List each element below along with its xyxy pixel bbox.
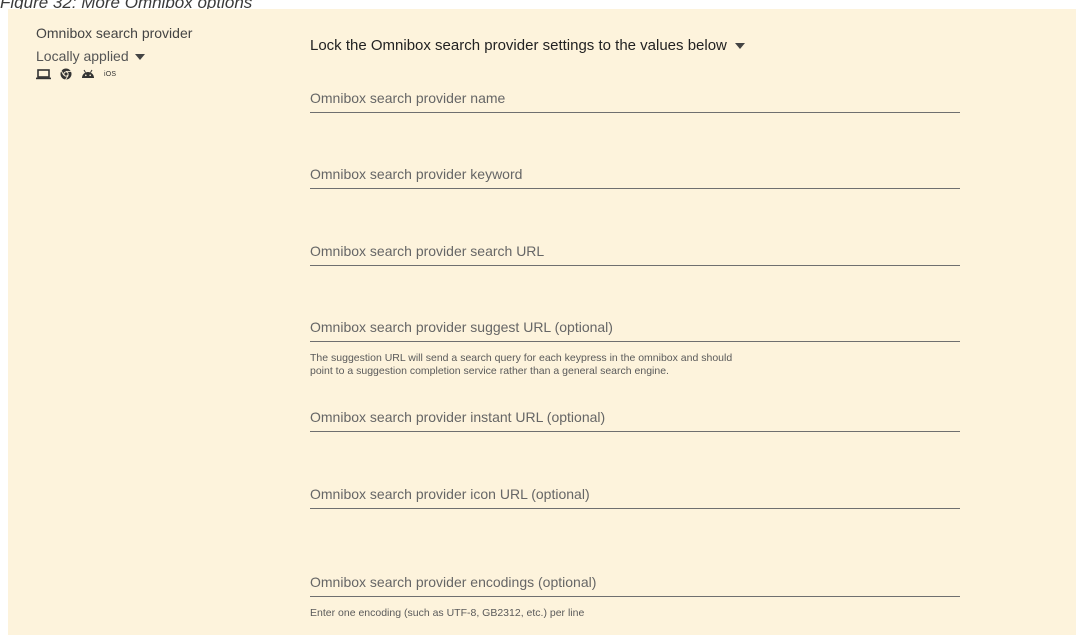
caret-down-icon: [134, 53, 145, 60]
scope-dropdown[interactable]: Locally applied: [36, 48, 145, 64]
ios-icon: iOS: [104, 70, 117, 78]
provider-instant-url-field: [310, 405, 960, 432]
provider-keyword-field: [310, 162, 960, 189]
provider-suggest-url-field: [310, 315, 960, 342]
provider-search-url-field: [310, 239, 960, 266]
caret-down-icon: [734, 43, 745, 49]
provider-suggest-url-input[interactable]: [310, 315, 960, 339]
provider-icon-url-input[interactable]: [310, 482, 960, 506]
provider-icon-url-field: [310, 482, 960, 509]
provider-encodings-input[interactable]: [310, 570, 960, 594]
encodings-hint: Enter one encoding (such as UTF-8, GB231…: [310, 607, 585, 619]
lock-mode-label: Lock the Omnibox search provider setting…: [310, 37, 727, 54]
provider-encodings-field: [310, 570, 960, 597]
android-icon: [81, 69, 95, 79]
policy-title: Omnibox search provider: [36, 25, 193, 41]
suggest-url-hint-line-2: point to a suggestion completion service…: [310, 365, 669, 377]
laptop-icon: [36, 68, 51, 80]
chrome-icon: [60, 68, 72, 80]
provider-instant-url-input[interactable]: [310, 405, 960, 429]
platform-icons: iOS: [36, 68, 116, 80]
policy-panel: Omnibox search provider Locally applied: [8, 9, 1076, 635]
provider-name-field: [310, 86, 960, 113]
suggest-url-hint: The suggestion URL will send a search qu…: [310, 352, 910, 378]
lock-mode-dropdown[interactable]: Lock the Omnibox search provider setting…: [310, 37, 745, 54]
provider-name-input[interactable]: [310, 86, 960, 110]
provider-keyword-input[interactable]: [310, 162, 960, 186]
provider-search-url-input[interactable]: [310, 239, 960, 263]
scope-label: Locally applied: [36, 48, 129, 64]
suggest-url-hint-line-1: The suggestion URL will send a search qu…: [310, 352, 733, 364]
